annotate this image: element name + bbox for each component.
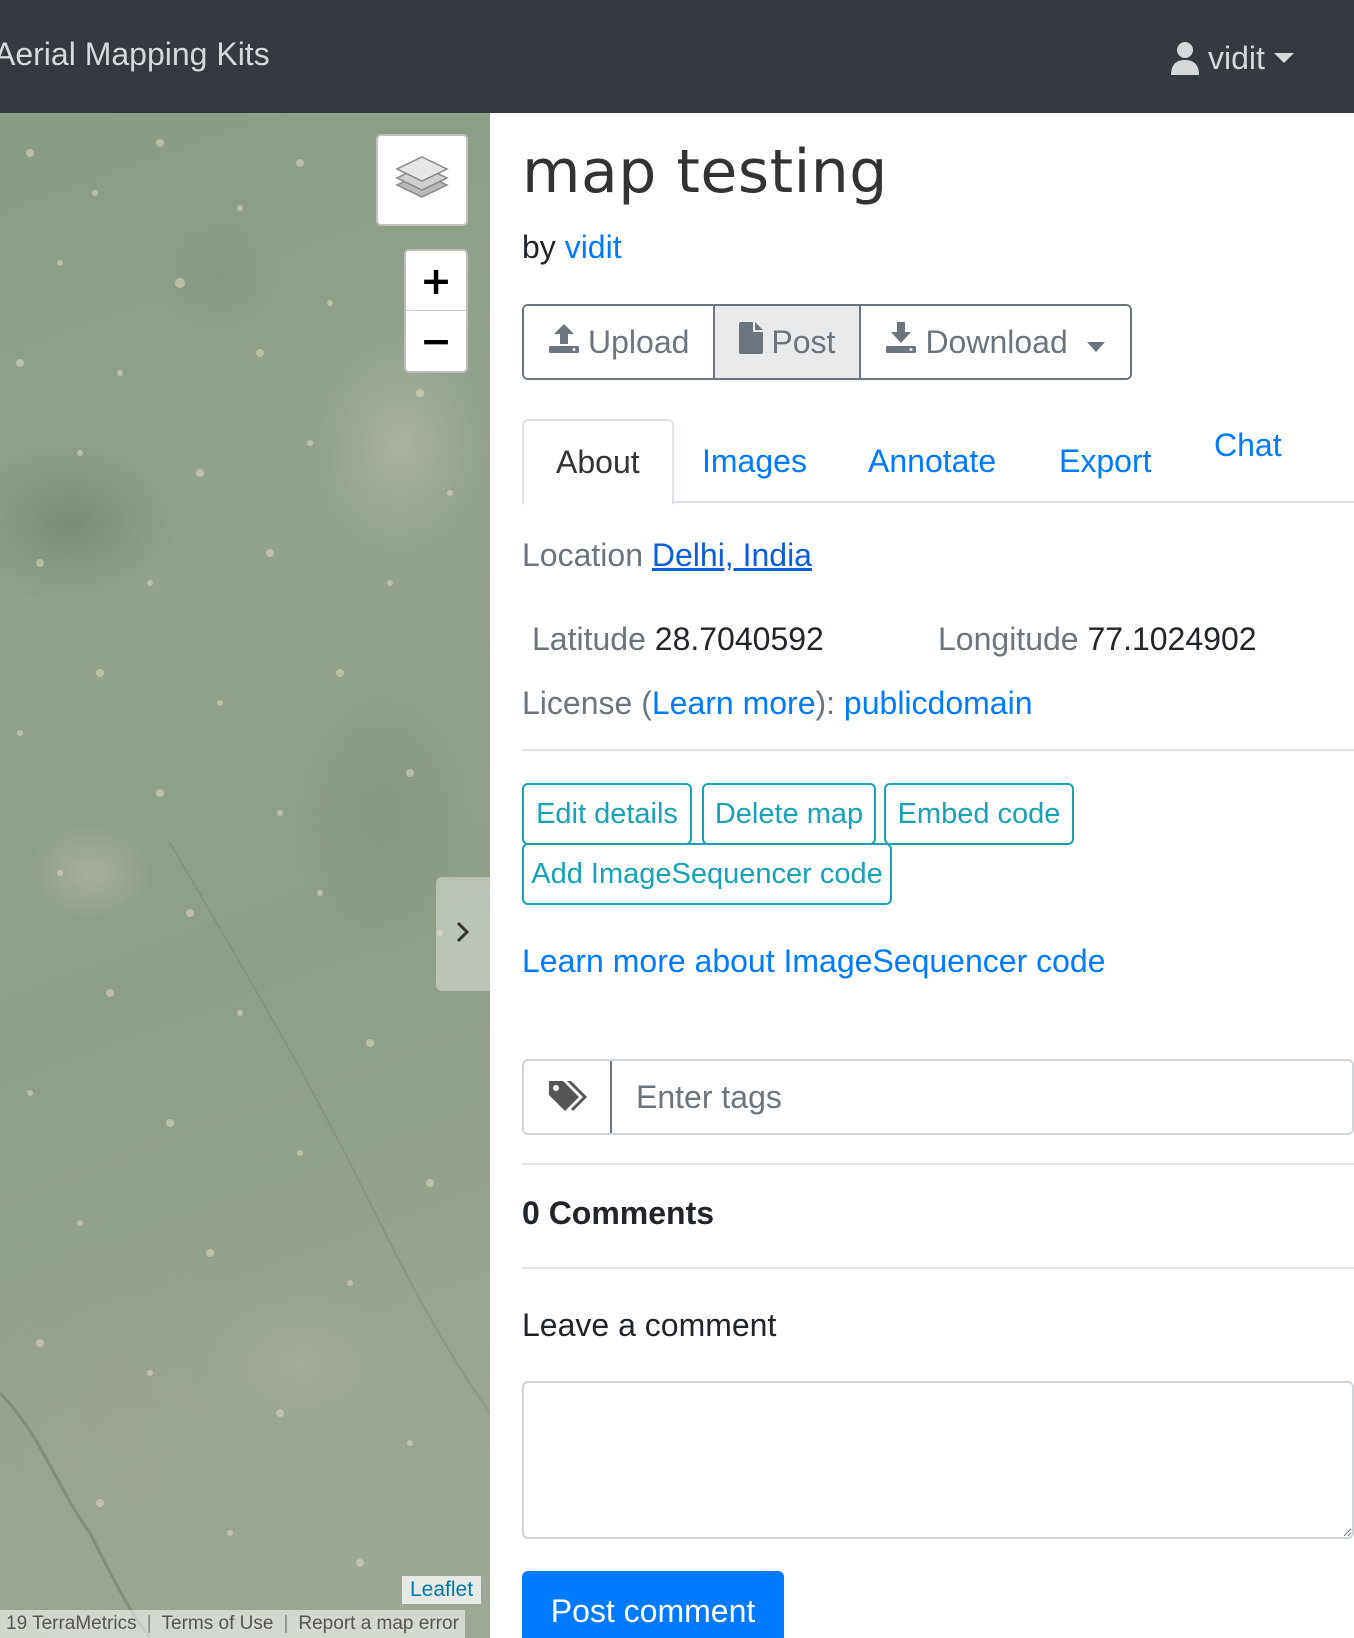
upload-icon <box>548 322 580 362</box>
zoom-control: + − <box>404 249 468 373</box>
tab-chat[interactable]: Chat <box>1214 403 1282 487</box>
zoom-in-button[interactable]: + <box>406 251 466 311</box>
satellite-map[interactable]: + − Leaflet 19 TerraMetrics | Terms of U… <box>0 113 490 1638</box>
author-byline: by vidit <box>522 229 622 266</box>
caret-down-icon <box>1086 324 1106 361</box>
license-separator: ): <box>815 685 836 721</box>
attribution-separator: | <box>146 1613 152 1634</box>
layers-icon <box>395 153 449 208</box>
user-icon <box>1170 41 1200 75</box>
map-details-panel: map testing by vidit Upload Post Downloa… <box>490 113 1354 1638</box>
brand-link[interactable]: Aerial Mapping Kits <box>0 36 270 73</box>
longitude-value: 77.1024902 <box>1087 621 1257 657</box>
terms-of-use-link[interactable]: Terms of Use <box>156 1613 280 1635</box>
upload-button[interactable]: Upload <box>524 306 714 378</box>
download-dropdown-button[interactable]: Download <box>859 306 1130 378</box>
longitude-row: Longitude 77.1024902 <box>938 621 1257 658</box>
location-label: Location <box>522 537 643 573</box>
comment-textarea[interactable] <box>522 1381 1354 1539</box>
file-icon <box>739 322 764 362</box>
license-learn-more-link[interactable]: Learn more <box>652 685 816 721</box>
attribution-terrametrics: 19 TerraMetrics <box>6 1613 137 1634</box>
map-attribution: 19 TerraMetrics | Terms of Use | Report … <box>0 1610 465 1638</box>
upload-label: Upload <box>588 323 690 360</box>
post-button[interactable]: Post <box>713 306 860 378</box>
edit-details-button[interactable]: Edit details <box>522 783 692 845</box>
latitude-row: Latitude 28.7040592 <box>532 621 824 658</box>
tags-addon <box>524 1061 612 1133</box>
download-icon <box>885 322 917 362</box>
post-comment-button[interactable]: Post comment <box>522 1571 784 1638</box>
comments-count: 0 Comments <box>522 1195 715 1231</box>
report-map-error-link[interactable]: Report a map error <box>292 1613 465 1635</box>
tab-export[interactable]: Export <box>1059 419 1151 503</box>
page-title: map testing <box>522 137 888 207</box>
detail-tabs: About Images Annotate Export Chat <box>522 419 1354 505</box>
chevron-right-icon <box>456 921 470 948</box>
tags-input-group <box>522 1059 1354 1135</box>
latitude-label: Latitude <box>532 621 646 657</box>
leaflet-attribution-link[interactable]: Leaflet <box>402 1576 482 1604</box>
divider <box>522 1163 1354 1165</box>
user-name: vidit <box>1208 39 1265 76</box>
chevron-down-icon <box>1273 51 1295 65</box>
tags-icon <box>547 1079 587 1118</box>
longitude-label: Longitude <box>938 621 1079 657</box>
tags-input[interactable] <box>612 1061 1352 1133</box>
tab-annotate[interactable]: Annotate <box>868 419 996 503</box>
tab-images[interactable]: Images <box>702 419 807 503</box>
map-action-group: Upload Post Download <box>522 304 1132 380</box>
delete-map-button[interactable]: Delete map <box>702 783 876 845</box>
location-row: Location Delhi, India <box>522 537 812 574</box>
license-value-link[interactable]: publicdomain <box>844 685 1033 721</box>
post-label: Post <box>771 323 836 360</box>
leave-comment-label: Leave a comment <box>522 1307 777 1343</box>
learn-imagesequencer-link[interactable]: Learn more about ImageSequencer code <box>522 943 1106 980</box>
user-dropdown[interactable]: vidit <box>1170 36 1295 80</box>
attribution-separator: | <box>283 1613 289 1634</box>
top-navbar: Aerial Mapping Kits vidit <box>0 0 1354 113</box>
license-label: License ( <box>522 685 652 721</box>
add-imagesequencer-button[interactable]: Add ImageSequencer code <box>522 843 892 905</box>
sidebar-toggle-button[interactable] <box>436 877 490 991</box>
author-link[interactable]: vidit <box>565 229 622 265</box>
by-label: by <box>522 229 556 265</box>
embed-code-button[interactable]: Embed code <box>884 783 1074 845</box>
download-label: Download <box>925 323 1068 360</box>
license-row: License (Learn more): publicdomain <box>522 685 1032 722</box>
divider <box>522 749 1354 751</box>
latitude-value: 28.7040592 <box>654 621 824 657</box>
zoom-out-button[interactable]: − <box>406 311 466 371</box>
location-link[interactable]: Delhi, India <box>652 537 812 573</box>
layers-control[interactable] <box>376 134 468 226</box>
tab-about[interactable]: About <box>522 419 674 505</box>
divider <box>522 1267 1354 1269</box>
